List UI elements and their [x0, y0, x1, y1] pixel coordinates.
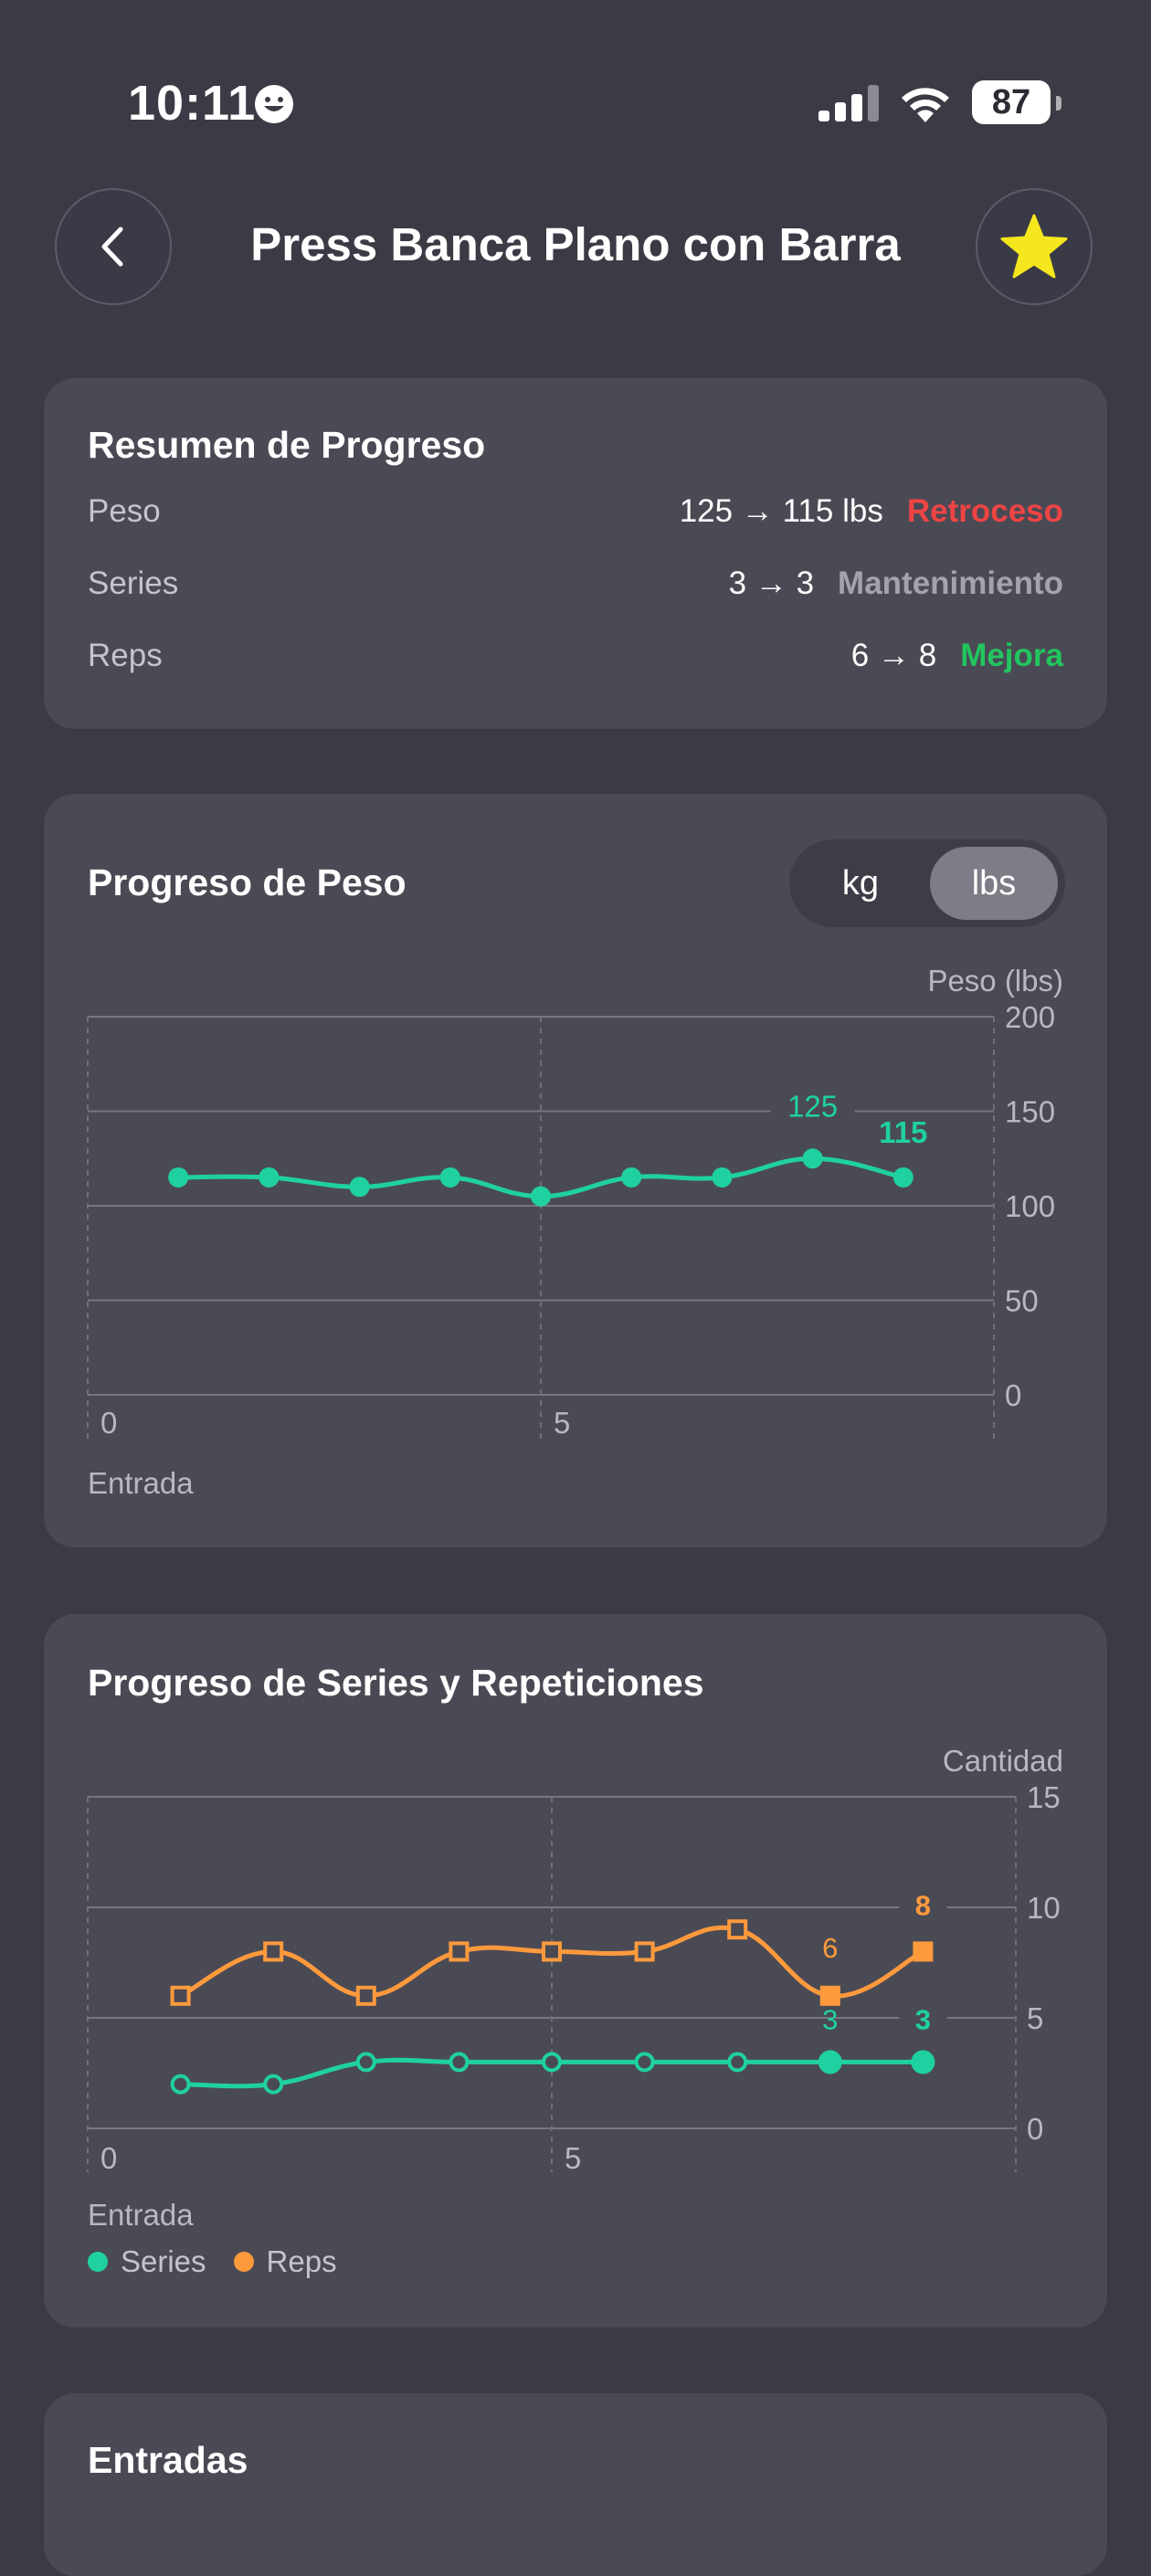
- chevron-left-icon: [101, 227, 123, 267]
- reps-data-point: [449, 1941, 470, 1962]
- entries-card: Entradas: [44, 2393, 1107, 2576]
- summary-value: 125 → 115 lbs: [679, 493, 883, 529]
- weight-data-point: [892, 1167, 913, 1188]
- y-tick-label: 150: [1005, 1095, 1055, 1129]
- reps-data-label: 8: [915, 1889, 931, 1921]
- y-tick-label: 15: [1027, 1780, 1061, 1814]
- reps-data-point: [913, 1941, 934, 1962]
- legend-item-series: Series: [88, 2244, 206, 2279]
- battery-level: 87: [972, 80, 1051, 124]
- sets-reps-line-chart: 0 5 10 15 0 5 Cantidad Entrada 6 8 3 3: [87, 1744, 1063, 2232]
- series-data-point: [263, 2074, 284, 2095]
- clock: 10:11: [128, 76, 257, 131]
- weight-data-point: [531, 1186, 551, 1207]
- legend-label: Reps: [266, 2244, 337, 2278]
- x-tick-label: 5: [565, 2141, 581, 2175]
- summary-value: 6 → 8: [850, 638, 937, 673]
- y-tick-label: 100: [1005, 1189, 1055, 1223]
- summary-value: 3 → 3: [728, 565, 815, 601]
- battery-indicator: 87: [972, 80, 1061, 126]
- series-data-point: [542, 2052, 562, 2073]
- series-data-point: [911, 2050, 935, 2075]
- y-tick-label: 0: [1005, 1378, 1021, 1412]
- summary-row-reps: Reps 6 → 8 Mejora: [88, 628, 1063, 683]
- weight-data-point: [439, 1167, 460, 1188]
- series-data-label: 3: [915, 2003, 931, 2035]
- wifi-icon: [902, 88, 949, 122]
- weight-data-point: [259, 1167, 280, 1188]
- summary-row-weight: Peso 125 → 115 lbs Retroceso: [88, 484, 1063, 539]
- x-axis-label: Entrada: [88, 2198, 194, 2232]
- series-data-label: 3: [822, 2003, 838, 2035]
- y-tick-label: 200: [1005, 1000, 1055, 1034]
- y-tick-label: 0: [1027, 2112, 1043, 2146]
- summary-label: Peso: [88, 493, 161, 529]
- x-tick-label: 0: [100, 2141, 117, 2175]
- x-axis-label: Entrada: [88, 1466, 194, 1500]
- series-data-point: [355, 2052, 376, 2073]
- legend-label: Series: [121, 2244, 206, 2278]
- page-title: Press Banca Plano con Barra: [250, 218, 901, 270]
- y-axis-label: Peso (lbs): [927, 964, 1063, 998]
- weight-progress-card: Progreso de Peso kg lbs 0 50 100 150 200 0 5 Pe…: [44, 794, 1107, 1547]
- status-bar: 10:11 87: [0, 0, 1151, 183]
- sets-reps-progress-card: Progreso de Series y Repeticiones 0 5 10 15…: [44, 1614, 1107, 2328]
- entries-title: Entradas: [88, 2439, 248, 2481]
- legend-swatch-reps: [233, 2252, 254, 2272]
- y-tick-label: 5: [1027, 2001, 1043, 2035]
- reps-data-point: [355, 1985, 376, 2006]
- x-tick-label: 0: [100, 1406, 117, 1440]
- y-tick-label: 50: [1005, 1284, 1039, 1318]
- chart-legend: Series Reps: [88, 2244, 337, 2279]
- series-data-point: [170, 2074, 191, 2095]
- progress-summary-card: Resumen de Progreso Peso 125 → 115 lbs R…: [44, 378, 1107, 729]
- y-tick-label: 10: [1027, 1891, 1061, 1925]
- weight-data-label: 125: [787, 1089, 838, 1123]
- reps-data-label: 6: [822, 1932, 838, 1964]
- weight-data-point: [712, 1167, 733, 1188]
- legend-item-reps: Reps: [233, 2244, 337, 2279]
- weight-data-point: [621, 1167, 642, 1188]
- summary-label: Reps: [88, 638, 163, 673]
- summary-label: Series: [88, 565, 179, 601]
- favorite-button[interactable]: [976, 188, 1093, 305]
- series-data-point: [727, 2052, 748, 2073]
- back-button[interactable]: [55, 188, 172, 305]
- weight-data-point: [802, 1148, 823, 1169]
- summary-row-series: Series 3 → 3 Mantenimiento: [88, 556, 1063, 611]
- status-badge: Retroceso: [906, 493, 1063, 529]
- legend-swatch-series: [88, 2252, 108, 2272]
- weight-data-label: 115: [879, 1115, 927, 1149]
- x-tick-label: 5: [554, 1406, 570, 1440]
- reps-data-point: [263, 1941, 284, 1962]
- reps-data-point: [819, 1985, 840, 2006]
- weight-line-chart: 0 50 100 150 200 0 5 Peso (lbs) Entrada 125 115: [87, 964, 1063, 1500]
- y-axis-label: Cantidad: [943, 1744, 1063, 1778]
- star-icon: [1000, 214, 1068, 279]
- weight-data-point: [349, 1177, 370, 1198]
- weight-data-point: [168, 1167, 189, 1188]
- reps-data-point: [542, 1941, 562, 1962]
- summary-title: Resumen de Progreso: [88, 424, 486, 466]
- signal-icon: [818, 85, 879, 121]
- reps-data-point: [634, 1941, 655, 1962]
- reps-data-point: [727, 1919, 748, 1940]
- smiley-icon: [255, 85, 293, 123]
- series-data-point: [449, 2052, 470, 2073]
- status-badge: Mantenimiento: [838, 565, 1063, 601]
- reps-data-point: [170, 1985, 191, 2006]
- status-icons: 87: [818, 80, 1061, 126]
- series-data-point: [634, 2052, 655, 2073]
- status-badge: Mejora: [960, 638, 1063, 673]
- series-data-point: [818, 2050, 842, 2075]
